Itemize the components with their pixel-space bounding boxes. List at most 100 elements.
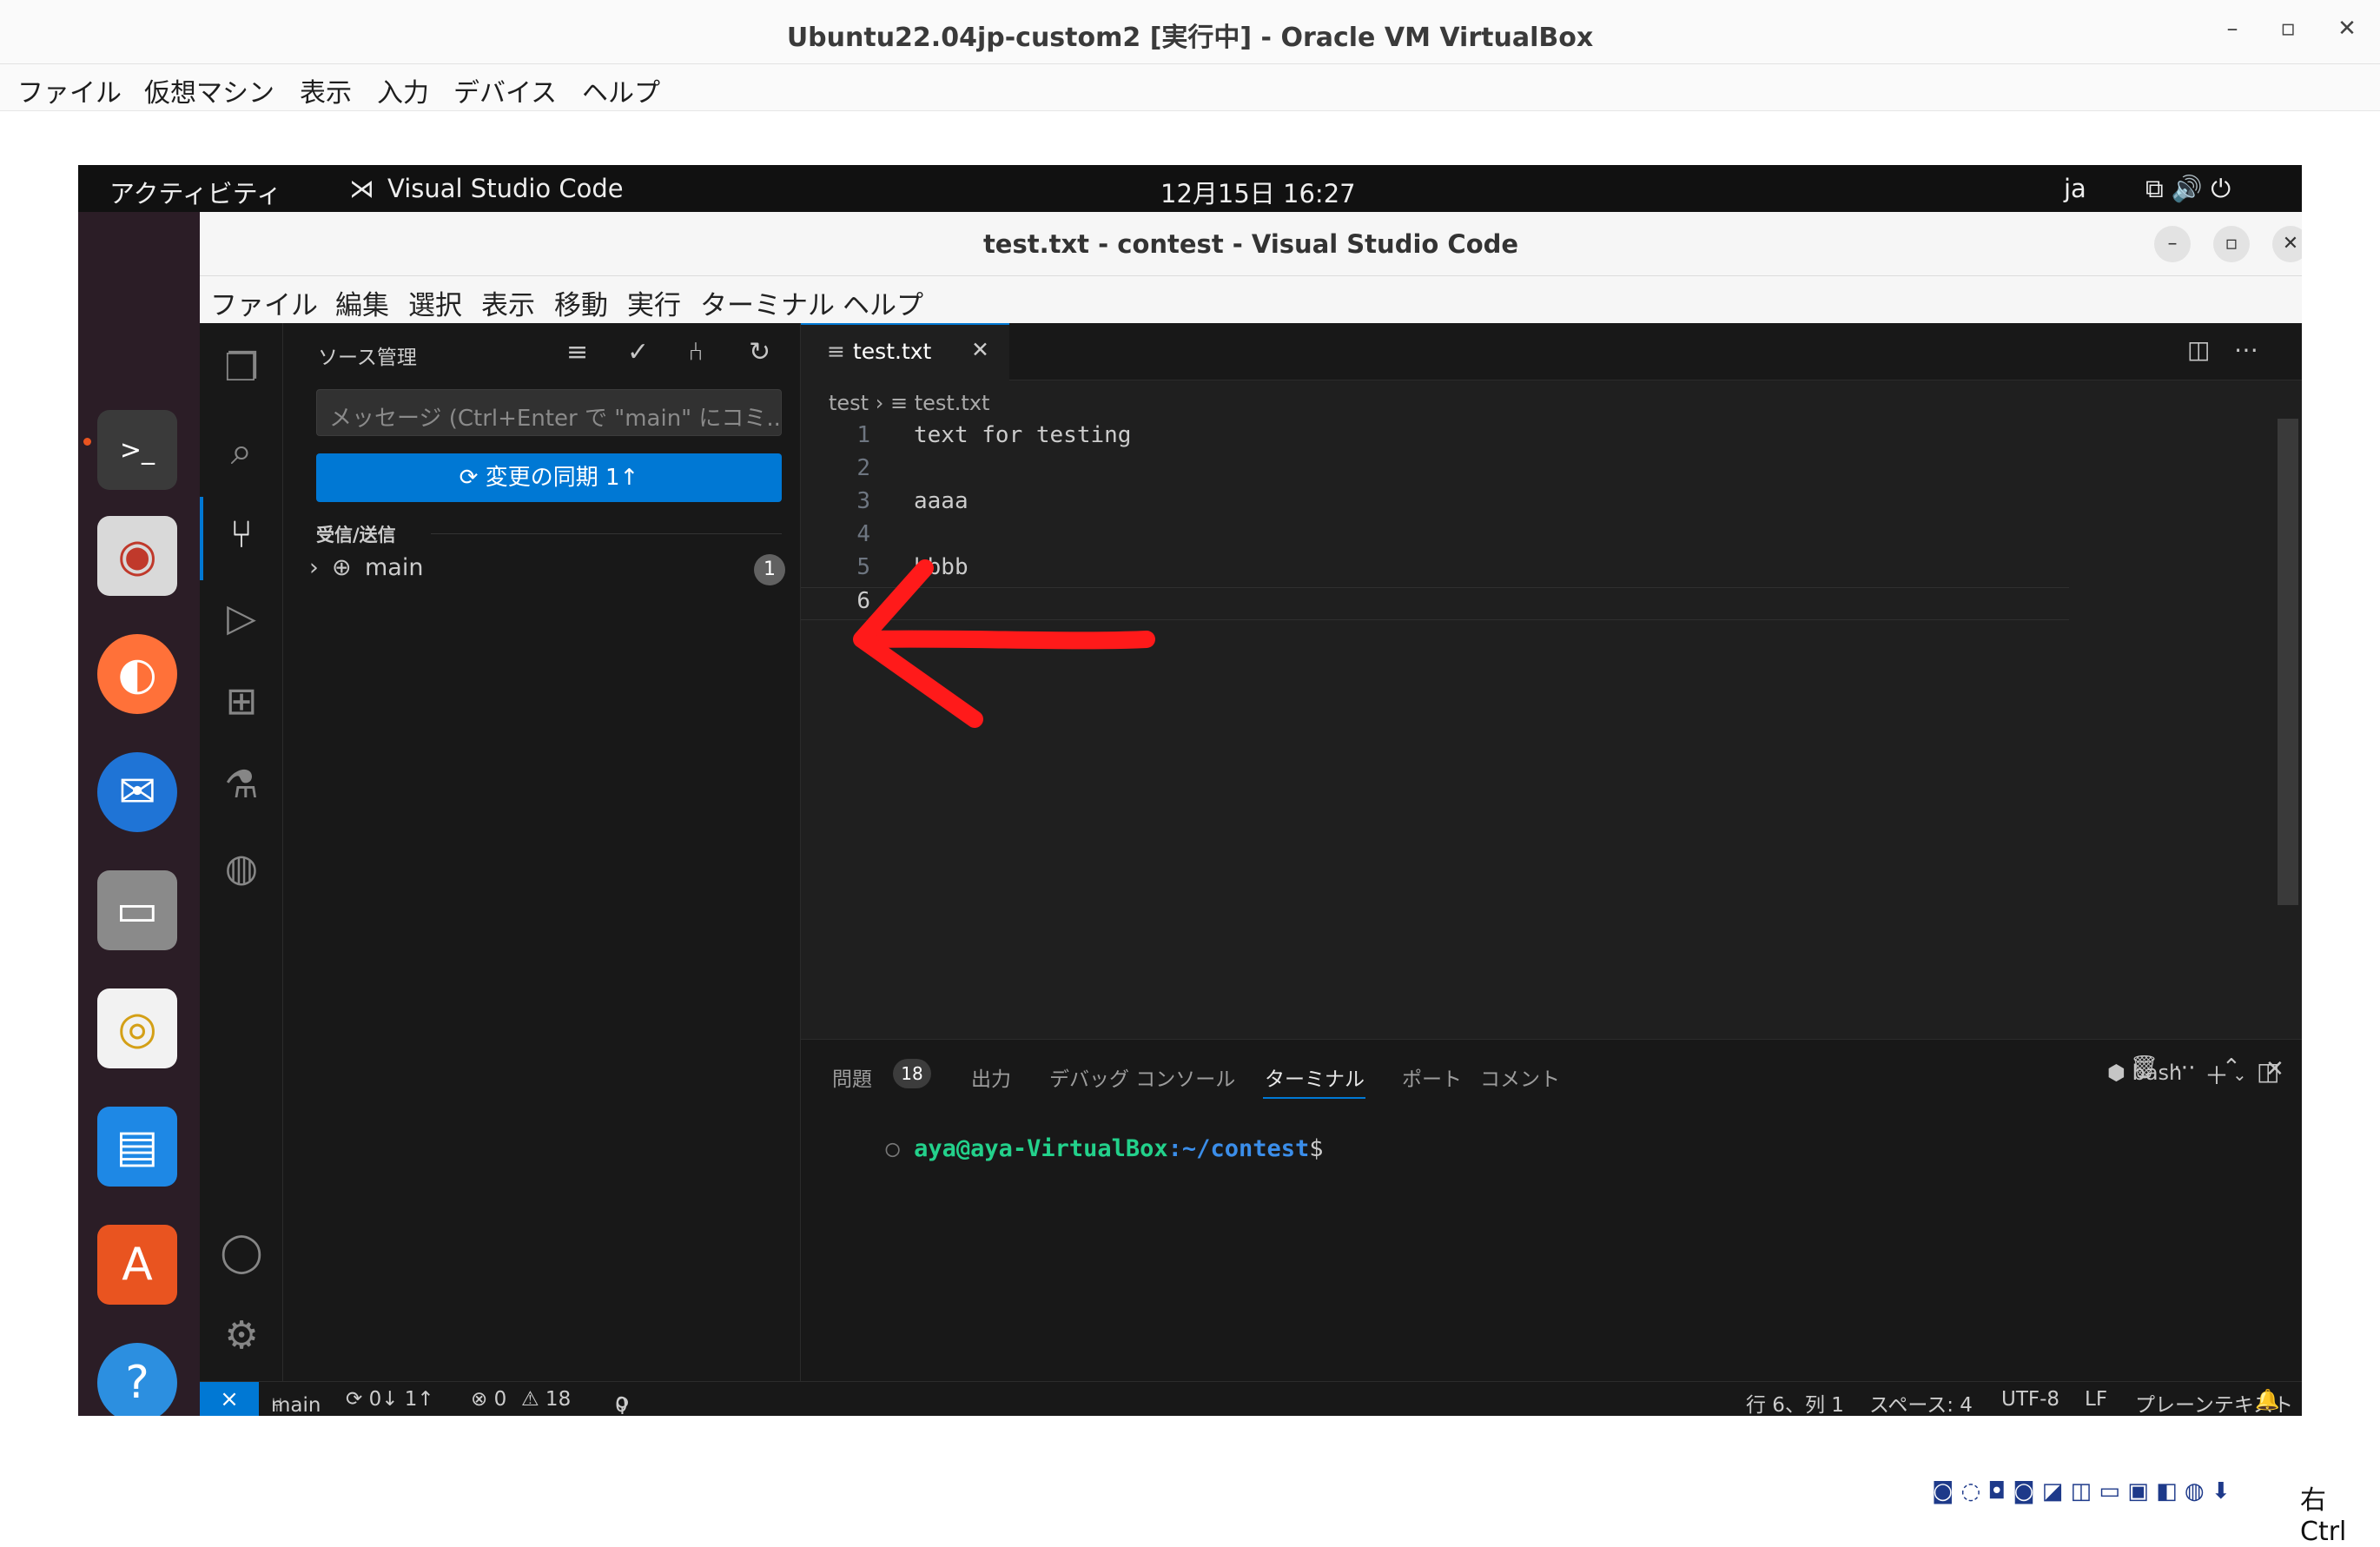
search-icon[interactable]: ⌕ [215, 426, 268, 478]
breadcrumb-separator-icon: › ≡ [875, 391, 915, 415]
host-menu-machine[interactable]: 仮想マシン [144, 71, 274, 109]
status-indentation[interactable]: スペース: 4 [1869, 1388, 1973, 1416]
terminal-icon[interactable]: >_ [97, 410, 177, 490]
refresh-icon[interactable]: ↻ [749, 337, 770, 367]
guest-screen: アクティビティ ⋊ Visual Studio Code 12月15日 16:2… [78, 165, 2302, 1416]
active-tab-underline [1263, 1097, 1365, 1099]
line-text: aaaa [914, 488, 969, 514]
terminal-prompt[interactable]: ○ aya@aya-VirtualBox:~/contest$ [801, 1108, 1324, 1189]
incoming-outgoing-section-label[interactable]: 受信/送信 [316, 521, 396, 547]
host-menu-input[interactable]: 入力 [377, 71, 429, 109]
commit-check-icon[interactable]: ✓ [627, 337, 649, 367]
status-sync[interactable]: ⟳ 0↓ 1↑ [346, 1388, 434, 1411]
menu-go[interactable]: 移動 [554, 283, 608, 322]
bottom-panel: 問題 18 出力 デバッグ コンソール ターミナル ポート コメント ⬢ bas… [801, 1039, 2302, 1381]
sidebar-title: ソース管理 [318, 347, 417, 369]
host-menu-help[interactable]: ヘルプ [582, 71, 660, 109]
terminal-status-icon: ○ [885, 1135, 915, 1162]
system-tray-icons[interactable]: ⧉ 🔊 ⏻ [2145, 174, 2231, 204]
focused-app-name[interactable]: Visual Studio Code [387, 174, 624, 203]
prompt-path: :~/contest [1167, 1135, 1310, 1162]
tab-test-txt[interactable]: ≡ test.txt ✕ [801, 323, 1009, 380]
activities-button[interactable]: アクティビティ [109, 174, 281, 210]
editor-scrollbar[interactable] [2278, 419, 2298, 905]
help-icon[interactable]: ? [97, 1343, 177, 1416]
menu-file[interactable]: ファイル [210, 283, 318, 322]
menu-view[interactable]: 表示 [481, 283, 535, 322]
outgoing-count-badge: 1 [754, 554, 785, 585]
libreoffice-writer-icon[interactable]: ▤ [97, 1107, 177, 1187]
remote-indicator-icon[interactable]: ⨯ [200, 1382, 259, 1416]
host-menu-file[interactable]: ファイル [17, 71, 122, 109]
panel-more-icon[interactable]: ⋯ [2173, 1054, 2196, 1081]
breadcrumb-folder[interactable]: test [829, 391, 869, 415]
host-window-title: Ubuntu22.04jp-custom2 [実行中] - Oracle VM … [786, 23, 1594, 53]
panel-tab-terminal[interactable]: ターミナル [1265, 1062, 1365, 1092]
panel-close-icon[interactable]: ✕ [2265, 1056, 2284, 1082]
menu-help[interactable]: ヘルプ [843, 283, 923, 322]
tab-close-icon[interactable]: ✕ [971, 337, 989, 362]
vscode-maximize-button[interactable]: ▫ [2213, 226, 2250, 262]
annotation-arrow [853, 559, 1155, 728]
tab-label: test.txt [853, 339, 932, 364]
status-cursor-position[interactable]: 行 6、列 1 [1746, 1388, 1844, 1416]
testing-icon[interactable]: ⚗ [215, 759, 268, 811]
rhythmbox-icon[interactable]: ◎ [97, 988, 177, 1068]
vscode-small-icon: ⋊ [349, 174, 374, 203]
status-eol[interactable]: LF [2085, 1388, 2107, 1411]
extensions-icon[interactable]: ⊞ [215, 676, 268, 728]
status-errors[interactable]: ⊗ 0 [471, 1388, 506, 1411]
menu-edit[interactable]: 編集 [335, 283, 389, 322]
host-close-button[interactable]: ✕ [2330, 16, 2364, 42]
panel-tab-output[interactable]: 出力 [971, 1062, 1011, 1092]
line-number: 2 [856, 455, 870, 481]
line-number: 3 [856, 488, 870, 514]
kill-terminal-icon[interactable]: 🗑 [2130, 1054, 2159, 1081]
github-icon[interactable]: ◍ [215, 843, 268, 895]
branch-row[interactable]: › ⊕ main 1 [309, 552, 785, 587]
split-editor-icon[interactable]: ◫ [2187, 335, 2210, 364]
running-indicator [83, 438, 91, 446]
host-menu-devices[interactable]: デバイス [453, 71, 557, 109]
panel-tab-debug-console[interactable]: デバッグ コンソール [1049, 1062, 1235, 1092]
menu-run[interactable]: 実行 [627, 283, 681, 322]
status-encoding[interactable]: UTF-8 [2001, 1388, 2059, 1411]
clock[interactable]: 12月15日 16:27 [1160, 174, 1356, 210]
commit-message-input[interactable]: メッセージ (Ctrl+Enter で "main" にコミ... [316, 389, 782, 436]
host-menu-view[interactable]: 表示 [300, 71, 352, 109]
editor-tab-bar: ≡ test.txt ✕ ◫ ⋯ [801, 323, 2302, 380]
host-restore-button[interactable]: ▫ [2271, 16, 2305, 42]
activity-bar: ❐ ⌕ ⑂ ▷ ⊞ ⚗ ◍ ◯ ⚙ [200, 323, 283, 1381]
panel-maximize-icon[interactable]: ⌃ [2222, 1054, 2241, 1081]
host-minimize-button[interactable]: – [2215, 16, 2250, 42]
panel-tab-problems[interactable]: 問題 [832, 1062, 872, 1092]
editor-more-icon[interactable]: ⋯ [2234, 335, 2258, 364]
files-icon[interactable]: ▭ [97, 870, 177, 950]
thunderbird-icon[interactable]: ✉ [97, 752, 177, 832]
status-warnings[interactable]: ⚠ 18 [521, 1388, 571, 1411]
breadcrumb-file[interactable]: test.txt [915, 391, 990, 415]
vscode-close-button[interactable]: ✕ [2272, 226, 2302, 262]
settings-gear-icon[interactable]: ⚙ [215, 1310, 268, 1362]
host-status-icons[interactable]: ◙ ◌ ◘ ◙ ◪ ◫ ▭ ▣ ◧ ◍ ⬇ [1932, 1478, 2231, 1504]
vscode-minimize-button[interactable]: – [2154, 226, 2191, 262]
panel-tab-ports[interactable]: ポート [1402, 1062, 1462, 1092]
sync-changes-button[interactable]: ⟳ 変更の同期 1↑ [316, 453, 782, 502]
input-language[interactable]: ja [2064, 174, 2086, 203]
breadcrumb: test › ≡ test.txt [829, 391, 989, 415]
panel-tab-comments[interactable]: コメント [1480, 1062, 1560, 1092]
view-as-list-icon[interactable]: ≡ [566, 337, 588, 367]
line-number: 1 [856, 422, 870, 448]
firefox-icon[interactable]: ◐ [97, 634, 177, 714]
disk-image-writer-icon[interactable]: ◉ [97, 516, 177, 596]
account-icon[interactable]: ◯ [215, 1226, 268, 1279]
app-center-icon[interactable]: A [97, 1225, 177, 1305]
status-bar: ⨯ ⑂ main ⟳ 0↓ 1↑ ⊗ 0 ⚠ 18 ⚲ 0 行 6、列 1 スペ… [200, 1381, 2302, 1416]
create-pr-icon[interactable]: ⑃ [688, 337, 704, 367]
explorer-icon[interactable]: ❐ [215, 342, 268, 394]
source-control-icon[interactable]: ⑂ [215, 509, 268, 561]
menu-terminal[interactable]: ターミナル [700, 283, 835, 322]
run-debug-icon[interactable]: ▷ [215, 592, 268, 645]
menu-selection[interactable]: 選択 [408, 283, 462, 322]
notifications-bell-icon[interactable]: 🔔 [2255, 1388, 2280, 1411]
